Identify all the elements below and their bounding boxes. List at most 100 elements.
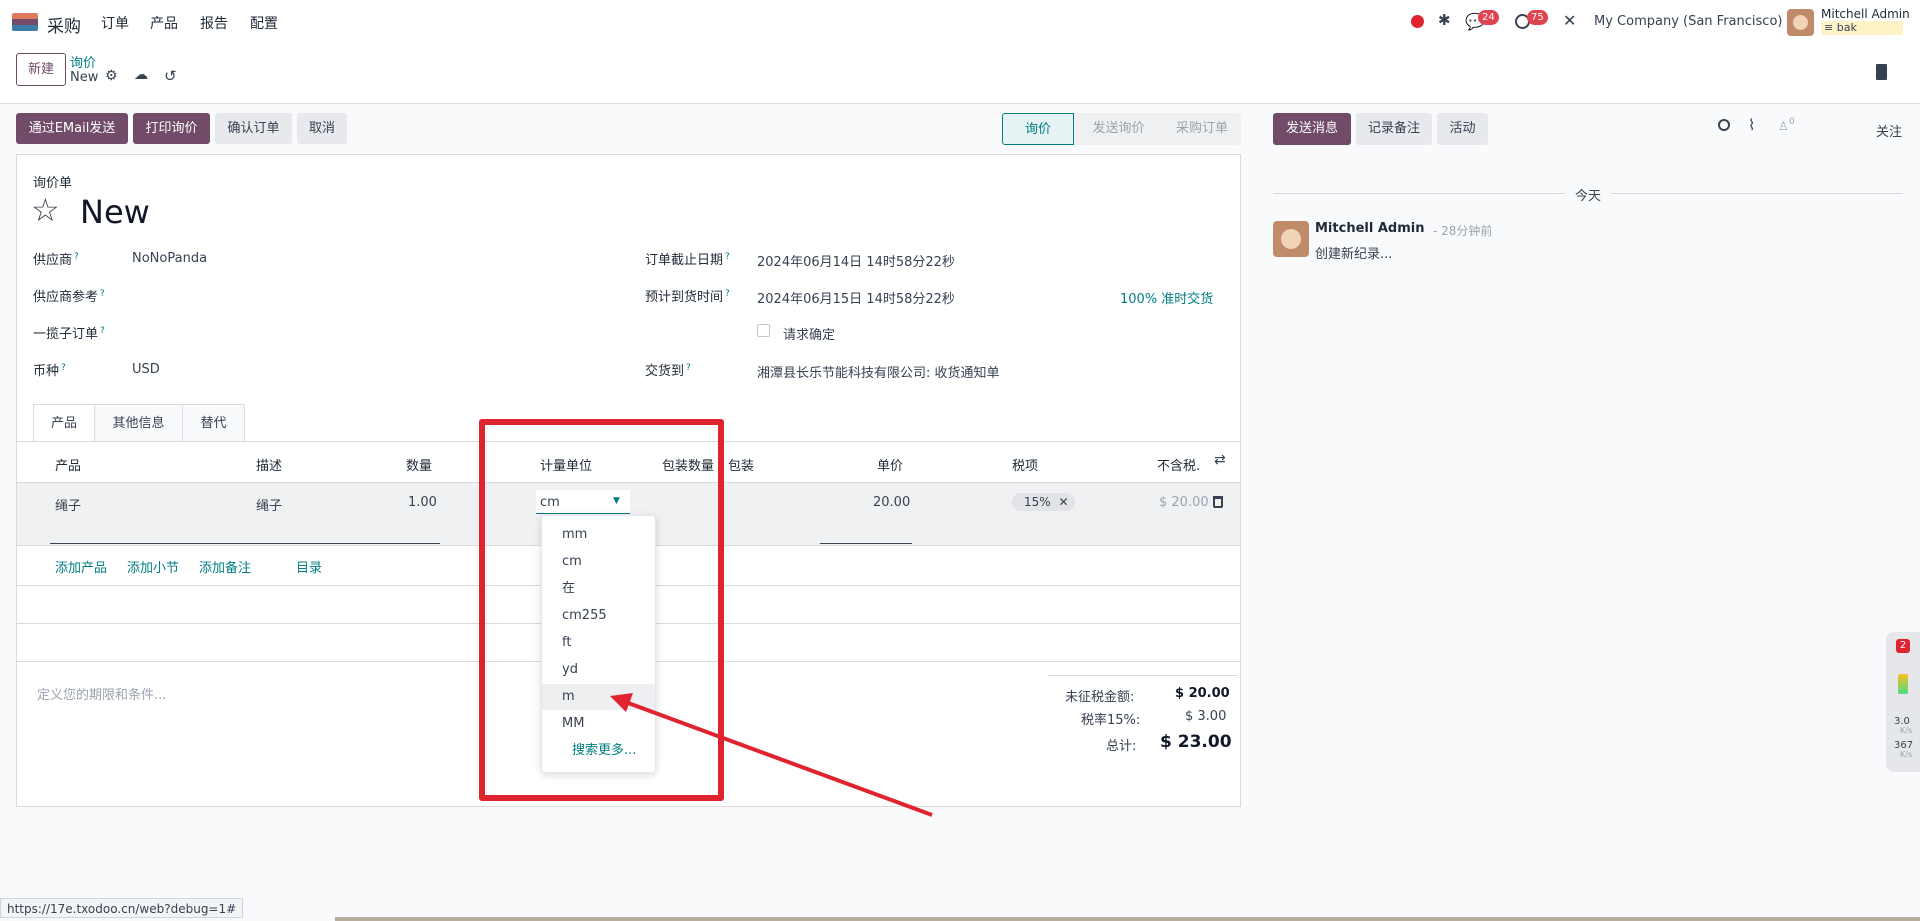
- col-description[interactable]: 描述: [256, 455, 282, 474]
- date-separator: 今天: [1565, 185, 1612, 204]
- col-packaging[interactable]: 包装: [728, 455, 754, 474]
- menu-config[interactable]: 配置: [250, 13, 278, 33]
- catalog-link[interactable]: 目录: [296, 557, 322, 576]
- paperclip-icon[interactable]: ⌇: [1748, 116, 1755, 134]
- deadline-label: 订单截止日期?: [645, 251, 730, 268]
- menu-products[interactable]: 产品: [150, 13, 178, 33]
- col-quantity[interactable]: 数量: [406, 455, 432, 474]
- totals-divider: [1048, 675, 1238, 676]
- price-underline: [820, 543, 912, 544]
- tab-other-info[interactable]: 其他信息: [95, 404, 183, 442]
- download-unit: K/s: [1900, 750, 1913, 759]
- deliver-to-label: 交货到?: [645, 362, 691, 379]
- message-time: - 28分钟前: [1433, 224, 1493, 238]
- follower-icon[interactable]: ♙: [1778, 119, 1789, 133]
- on-time-rate: 100% 准时交货: [1120, 292, 1214, 307]
- message-body: 创建新纪录...: [1315, 247, 1393, 262]
- upload-unit: K/s: [1900, 726, 1913, 735]
- user-db: bak: [1836, 21, 1857, 34]
- database-icon: ≡: [1824, 21, 1837, 34]
- col-product[interactable]: 产品: [55, 455, 81, 474]
- ask-confirm-label: 请求确定: [783, 328, 836, 343]
- add-note-link[interactable]: 添加备注: [199, 557, 251, 576]
- currency-field[interactable]: USD: [132, 362, 160, 377]
- remove-tag-icon[interactable]: ✕: [1059, 495, 1069, 509]
- control-panel: 新建 询价 New ⚙ ☁ ↺: [0, 44, 1920, 104]
- optional-columns-icon[interactable]: ⇄: [1214, 452, 1226, 468]
- user-name[interactable]: Mitchell Admin: [1821, 7, 1910, 21]
- cloud-save-icon[interactable]: ☁: [134, 67, 148, 83]
- vendor-ref-field[interactable]: [132, 283, 592, 305]
- blanket-order-field[interactable]: [132, 320, 592, 342]
- breadcrumb-parent[interactable]: 询价: [70, 52, 96, 71]
- print-rfq-button[interactable]: 打印询价: [133, 113, 210, 144]
- app-logo-icon[interactable]: [12, 13, 38, 31]
- tab-products[interactable]: 产品: [33, 404, 95, 442]
- status-rfq[interactable]: 询价: [1002, 113, 1074, 145]
- search-icon[interactable]: [1718, 119, 1730, 131]
- follow-button[interactable]: 关注: [1876, 121, 1902, 140]
- rfq-name[interactable]: New: [80, 193, 150, 231]
- debug-bug-icon[interactable]: ✱: [1438, 11, 1451, 29]
- tab-alternatives[interactable]: 替代: [183, 404, 245, 442]
- app-name[interactable]: 采购: [47, 12, 81, 37]
- terms-field[interactable]: 定义您的期限和条件...: [37, 684, 166, 703]
- row-unit-price[interactable]: 20.00: [873, 495, 910, 510]
- user-avatar[interactable]: [1787, 9, 1814, 36]
- new-button[interactable]: 新建: [16, 53, 66, 86]
- chat-count-badge: 24: [1478, 10, 1499, 25]
- add-section-link[interactable]: 添加小节: [127, 557, 179, 576]
- send-message-button[interactable]: 发送消息: [1273, 113, 1351, 145]
- user-db-badge: ≡ bak: [1821, 21, 1903, 35]
- status-rfq-sent[interactable]: 发送询价: [1074, 113, 1163, 145]
- status-purchase-order[interactable]: 采购订单: [1163, 113, 1241, 145]
- chatter-toggle-icon[interactable]: [1876, 64, 1887, 80]
- rfq-title-label: 询价单: [33, 176, 73, 191]
- deliver-to-field[interactable]: 湘潭县长乐节能科技有限公司: 收货通知单: [757, 362, 1000, 381]
- ask-confirm-checkbox[interactable]: [757, 324, 770, 337]
- vendor-label: 供应商?: [33, 251, 79, 268]
- bottom-bar: [335, 917, 1920, 921]
- row-quantity[interactable]: 1.00: [408, 495, 437, 510]
- trash-icon[interactable]: [1213, 496, 1223, 508]
- activity-button[interactable]: 活动: [1437, 113, 1488, 145]
- message-author[interactable]: Mitchell Admin: [1315, 221, 1424, 236]
- currency-label: 币种?: [33, 362, 66, 379]
- menu-reports[interactable]: 报告: [200, 13, 228, 33]
- col-unit-price[interactable]: 单价: [877, 455, 903, 474]
- network-widget[interactable]: 2 3.0 K/s 367 K/s: [1886, 632, 1920, 772]
- row-product[interactable]: 绳子: [55, 495, 81, 514]
- total-amount: $ 23.00: [1160, 732, 1232, 752]
- cancel-button[interactable]: 取消: [297, 113, 347, 144]
- breadcrumb-current: New: [70, 70, 99, 85]
- tools-icon[interactable]: ✕: [1563, 11, 1576, 30]
- follower-count: 0: [1789, 117, 1795, 127]
- tax-tag[interactable]: 15% ✕: [1012, 493, 1075, 511]
- total-label: 总计:: [1106, 739, 1137, 754]
- blanket-order-label: 一揽子订单?: [33, 325, 105, 342]
- vendor-field[interactable]: NoNoPanda: [132, 251, 207, 266]
- col-subtotal[interactable]: 不含税.: [1157, 455, 1200, 474]
- star-icon[interactable]: ☆: [31, 192, 60, 228]
- confirm-order-button[interactable]: 确认订单: [215, 113, 292, 144]
- expected-arrival-label: 预计到货时间?: [645, 288, 730, 305]
- expected-arrival-field[interactable]: 2024年06月15日 14时58分22秒: [757, 288, 955, 307]
- widget-badge: 2: [1896, 639, 1910, 653]
- gear-icon[interactable]: ⚙: [105, 68, 118, 84]
- send-email-button[interactable]: 通过EMail发送: [16, 113, 128, 144]
- row-description[interactable]: 绳子: [256, 495, 282, 514]
- battery-icon: [1898, 674, 1908, 694]
- untaxed-label: 未征税金额:: [1065, 690, 1135, 705]
- row-subtotal: $ 20.00: [1159, 495, 1209, 510]
- top-navbar: 采购 订单 产品 报告 配置 ✱ 💬 24 75 ✕ My Company (S…: [0, 0, 1920, 44]
- record-icon[interactable]: [1411, 15, 1424, 28]
- add-product-link[interactable]: 添加产品: [55, 557, 107, 576]
- company-switcher[interactable]: My Company (San Francisco): [1594, 14, 1782, 29]
- discard-icon[interactable]: ↺: [164, 67, 177, 85]
- message-avatar[interactable]: [1273, 221, 1309, 257]
- deadline-field[interactable]: 2024年06月14日 14时58分22秒: [757, 251, 955, 270]
- status-url: https://17e.txodoo.cn/web?debug=1#: [0, 898, 244, 918]
- col-taxes[interactable]: 税项: [1012, 455, 1038, 474]
- log-note-button[interactable]: 记录备注: [1356, 113, 1432, 145]
- menu-orders[interactable]: 订单: [101, 13, 129, 33]
